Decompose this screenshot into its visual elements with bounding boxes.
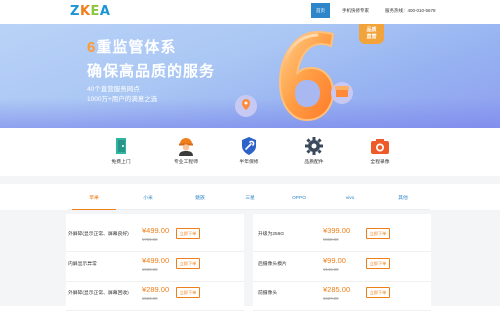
badge-line: 直营: [366, 34, 377, 40]
product-price: ¥289.00: [142, 285, 170, 294]
product-row: 外屏碎(显示正常、屏幕回收) ¥289.00 ¥523.00 立即下单: [66, 281, 244, 311]
nav-home-link[interactable]: 首页: [311, 3, 330, 18]
logo-letter: E: [90, 4, 100, 19]
top-header: ZKEA 首页 手机快修专家 服务热线：400-010-5678: [0, 0, 500, 24]
service-label: 专业工程师: [174, 160, 198, 165]
product-price: ¥285.00: [323, 285, 351, 294]
wrench-shield-icon: [242, 137, 256, 155]
product-row: 前摄像头 ¥285.00 ¥427.00 立即下单: [253, 281, 431, 311]
product-old-price: ¥660.00: [323, 237, 339, 242]
product-old-price: ¥700.00: [142, 237, 158, 242]
product-row: 后摄像头模片 ¥99.00 ¥146.00 立即下单: [253, 252, 431, 282]
service-label: 半年保修: [239, 160, 259, 165]
tab-meizu[interactable]: 魅族: [178, 188, 222, 210]
nav-expert-link[interactable]: 手机快修专家: [342, 3, 369, 18]
hero-title-line2: 确保高品质的服务: [87, 63, 216, 80]
service-recording[interactable]: 全程录像: [350, 136, 410, 166]
product-price: ¥99.00: [323, 256, 346, 265]
product-price: ¥399.00: [323, 226, 351, 235]
tab-apple[interactable]: 苹果: [72, 188, 116, 210]
hero-title-number: 6: [87, 39, 97, 56]
camera-icon: [371, 139, 389, 154]
brand-tabs: 苹果 小米 魅族 三星 OPPO vivo 其他: [68, 188, 430, 210]
product-price: ¥499.00: [142, 226, 170, 235]
product-name: 升级为256G: [258, 232, 285, 237]
order-now-button[interactable]: 立即下单: [366, 228, 390, 239]
location-pin-icon: [235, 95, 257, 117]
product-name: 外屏碎(显示正常、屏幕回收): [68, 291, 129, 296]
order-now-button[interactable]: 立即下单: [366, 287, 390, 298]
product-old-price: ¥523.00: [142, 296, 158, 301]
hero-title-rest: 重监管体系: [96, 39, 177, 56]
service-label: 品质配件: [304, 160, 324, 165]
product-price: ¥499.00: [142, 256, 170, 265]
service-engineer[interactable]: 专业工程师: [156, 136, 216, 166]
engineer-icon: [179, 138, 193, 156]
hero-title-line1: 6重监管体系: [87, 39, 176, 57]
service-features: 免费上门 专业工程师 半年保修 品质配件 全程录像: [0, 128, 500, 176]
order-now-button[interactable]: 立即下单: [176, 258, 200, 269]
logo-letter: Z: [70, 4, 80, 19]
hero-banner: 6重监管体系 确保高品质的服务 40个直营服务网点 1000万+用户的满意之选: [0, 24, 500, 128]
product-old-price: ¥427.00: [323, 296, 339, 301]
zkea-logo[interactable]: ZKEA: [70, 5, 110, 19]
shop-pin-icon: [331, 82, 353, 104]
tab-oppo[interactable]: OPPO: [277, 188, 321, 210]
door-icon: [116, 138, 126, 154]
service-door-to-door[interactable]: 免费上门: [91, 136, 151, 166]
tab-other[interactable]: 其他: [381, 188, 425, 210]
tab-samsung[interactable]: 三星: [228, 188, 272, 210]
hotline-text: 服务热线：400-010-5678: [385, 8, 436, 13]
product-name: 外屏碎(显示正常、屏幕良好): [68, 232, 129, 237]
service-label: 全程录像: [370, 160, 390, 165]
tab-vivo[interactable]: vivo: [328, 188, 372, 210]
product-row: 外屏碎(显示正常、屏幕良好) ¥499.00 ¥700.00 立即下单: [66, 222, 244, 252]
product-list-left: 外屏碎(显示正常、屏幕良好) ¥499.00 ¥700.00 立即下单 内屏显示…: [66, 214, 244, 311]
hero-subtitle-2: 1000万+用户的满意之选: [87, 96, 158, 103]
section-divider: [0, 176, 500, 184]
hero-badge: 品质 直营: [359, 24, 384, 44]
product-row: 内屏显示异常 ¥499.00 ¥900.00 立即下单: [66, 252, 244, 282]
product-old-price: ¥900.00: [142, 267, 158, 272]
order-now-button[interactable]: 立即下单: [366, 258, 390, 269]
product-name: 前摄像头: [258, 291, 278, 296]
product-list-right: 升级为256G ¥399.00 ¥660.00 立即下单 后摄像头模片 ¥99.…: [253, 214, 431, 311]
hero-subtitle-1: 40个直营服务网点: [87, 86, 140, 93]
order-now-button[interactable]: 立即下单: [176, 228, 200, 239]
gear-icon: [305, 137, 323, 155]
service-label: 免费上门: [111, 160, 131, 165]
logo-letter: K: [79, 4, 91, 19]
product-row: 升级为256G ¥399.00 ¥660.00 立即下单: [253, 222, 431, 252]
badge-line: 品质: [366, 27, 377, 33]
order-now-button[interactable]: 立即下单: [176, 287, 200, 298]
tab-xiaomi[interactable]: 小米: [126, 188, 170, 210]
service-warranty[interactable]: 半年保修: [219, 136, 279, 166]
product-old-price: ¥146.00: [323, 267, 339, 272]
logo-letter: A: [99, 4, 111, 19]
service-quality-parts[interactable]: 品质配件: [284, 136, 344, 166]
product-name: 内屏显示异常: [68, 262, 97, 267]
product-name: 后摄像头模片: [258, 262, 287, 267]
